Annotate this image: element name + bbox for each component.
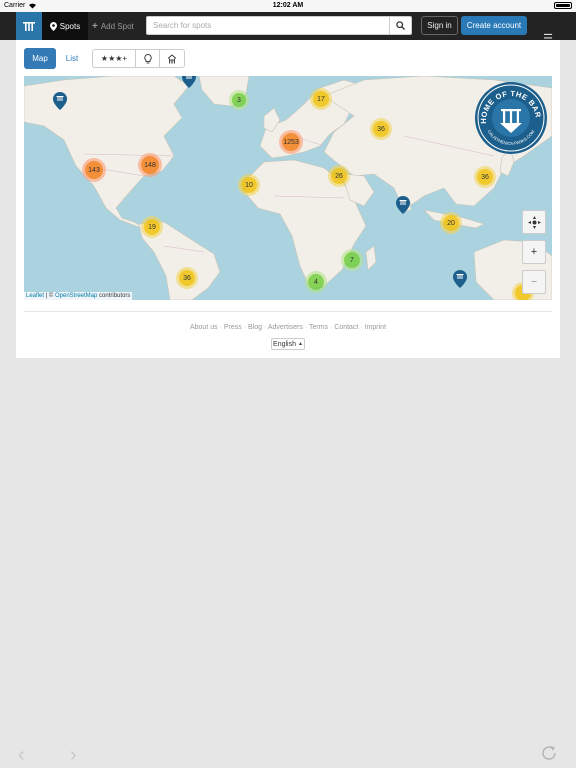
filter-rating-button[interactable]: ★★★+ [93, 50, 136, 67]
crosshair-icon [527, 215, 541, 229]
map-cluster[interactable]: 19 [141, 216, 163, 238]
clock: 12:02 AM [272, 2, 304, 9]
map-cluster[interactable]: 36 [474, 166, 496, 188]
shelter-icon [167, 53, 177, 63]
map-cluster[interactable]: 20 [440, 212, 462, 234]
lightbulb-icon [143, 53, 152, 63]
main-card: Map List ★★★+ 3 17 36 1253 143 148 10 26… [16, 40, 560, 358]
map-cluster[interactable]: 7 [341, 249, 363, 271]
filter-lightbulb-button[interactable] [136, 50, 160, 67]
footer-link-imprint[interactable]: Imprint [365, 324, 386, 331]
map-cluster[interactable]: 17 [310, 88, 332, 110]
map-marker-icon [49, 21, 57, 31]
map-cluster[interactable]: 3 [229, 90, 249, 110]
map-attribution: Leaflet | © OpenStreetMap contributors [24, 292, 133, 300]
search-button[interactable] [389, 16, 412, 35]
bars-logo-icon [23, 22, 35, 31]
footer-link-blog[interactable]: Blog [248, 324, 262, 331]
map-cluster[interactable]: 36 [176, 267, 198, 289]
language-label: English [273, 340, 296, 348]
nav-add-spot-label: Add Spot [100, 21, 134, 31]
battery-icon [554, 2, 572, 9]
locate-button[interactable] [522, 210, 546, 234]
back-arrow-icon[interactable]: ‹ [18, 744, 25, 767]
filter-covered-button[interactable] [160, 50, 184, 67]
map-cluster[interactable]: 143 [82, 158, 106, 182]
map-tiles [24, 76, 552, 300]
nav-add-spot[interactable]: + Add Spot [92, 12, 134, 40]
create-account-button[interactable]: Create account [461, 16, 527, 35]
tab-list[interactable]: List [60, 48, 84, 69]
attribution-separator: | © [44, 293, 55, 299]
language-select[interactable]: English ▲ [271, 338, 305, 350]
attribution-suffix: contributors [97, 293, 131, 299]
map-cluster[interactable]: 4 [305, 271, 327, 293]
map-cluster[interactable]: 36 [370, 118, 392, 140]
caret-up-icon: ▲ [298, 341, 303, 347]
footer-link-terms[interactable]: Terms [309, 324, 328, 331]
footer-link-about[interactable]: About us [190, 324, 218, 331]
zoom-in-button[interactable]: + [522, 240, 546, 264]
spot-marker-icon[interactable] [453, 270, 467, 288]
status-bar: Carrier 12:02 AM [0, 0, 576, 12]
divider [24, 311, 552, 312]
footer-link-advertisers[interactable]: Advertisers [268, 324, 303, 331]
world-map[interactable]: 3 17 36 1253 143 148 10 26 36 20 19 7 4 … [24, 76, 552, 300]
leaflet-link[interactable]: Leaflet [26, 293, 44, 299]
browser-toolbar: ‹ › [0, 740, 576, 768]
forward-arrow-icon[interactable]: › [70, 744, 77, 767]
home-of-the-bars-badge: HOME OF THE BARS CALISTHENICS-PARKS.COM [474, 81, 547, 154]
search-input[interactable] [146, 16, 390, 35]
search-icon [396, 21, 405, 30]
spot-marker-icon[interactable] [182, 76, 196, 88]
spot-marker-icon[interactable] [53, 92, 67, 110]
spot-marker-icon[interactable] [396, 196, 410, 214]
map-cluster[interactable]: 148 [138, 153, 162, 177]
zoom-out-button[interactable]: − [522, 270, 546, 294]
brand-logo[interactable] [16, 12, 42, 40]
nav-spots-label: Spots [59, 21, 81, 31]
plus-icon: + [92, 20, 98, 32]
reload-icon[interactable] [540, 744, 558, 762]
footer-link-press[interactable]: Press [224, 324, 242, 331]
footer-links: About us · Press · Blog · Advertisers · … [189, 324, 387, 331]
footer-link-contact[interactable]: Contact [334, 324, 358, 331]
nav-spots[interactable]: Spots [42, 12, 88, 40]
osm-link[interactable]: OpenStreetMap [55, 293, 97, 299]
filter-group: ★★★+ [92, 49, 185, 68]
map-cluster[interactable]: 1253 [279, 130, 303, 154]
signin-button[interactable]: Sign in [421, 16, 458, 35]
map-cluster[interactable]: 26 [328, 165, 350, 187]
map-cluster[interactable]: 10 [238, 174, 260, 196]
tab-map[interactable]: Map [24, 48, 56, 69]
